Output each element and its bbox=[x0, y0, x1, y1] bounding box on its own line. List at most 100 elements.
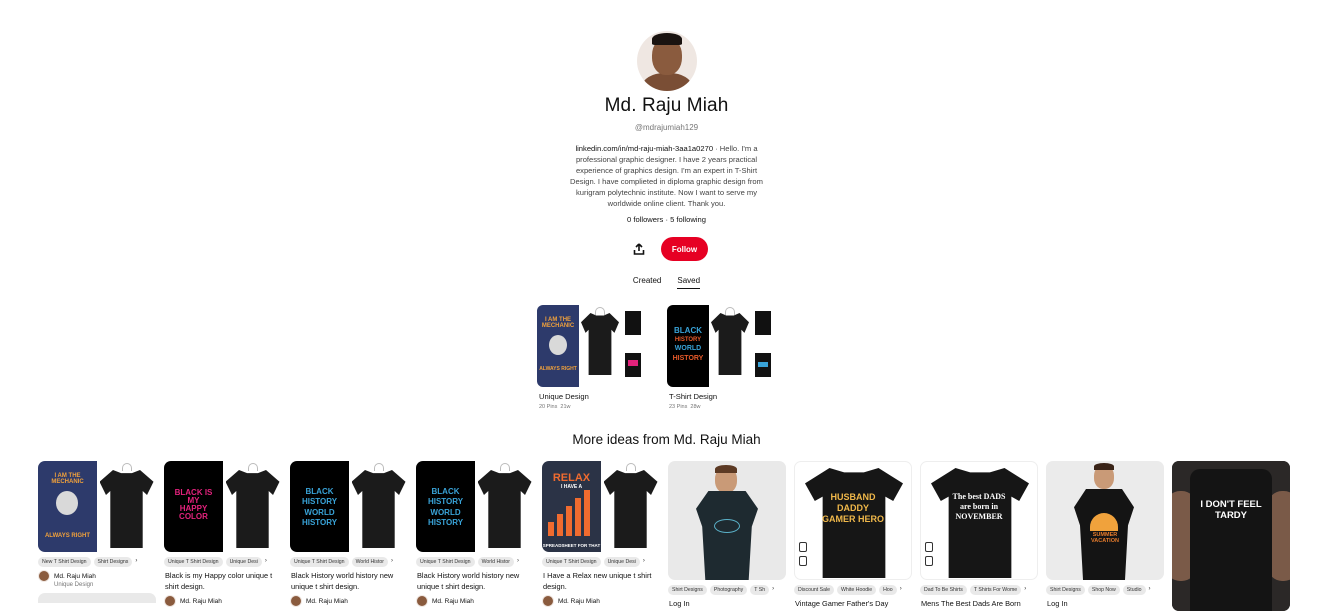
tag-chip[interactable]: Shirt Designs bbox=[93, 557, 133, 567]
profile-tabs: Created Saved bbox=[0, 276, 1333, 289]
pin-image[interactable]: BLACK HISTORY WORLD HISTORY bbox=[290, 461, 408, 552]
pin-author[interactable]: Md. Raju Miah bbox=[542, 595, 660, 607]
board-card[interactable]: I AM THE MECHANIC ALWAYS RIGHT Unique Des… bbox=[537, 305, 663, 410]
board-card[interactable]: BLACK HISTORY WORLD HISTORY T-Shirt Desi… bbox=[667, 305, 793, 410]
chevron-right-icon[interactable]: › bbox=[1149, 585, 1151, 595]
pin-image[interactable]: HUSBAND DADDY GAMER HERO bbox=[794, 461, 912, 580]
tag-chip[interactable]: T Shirts For Wome bbox=[969, 585, 1022, 595]
pin-tags: Unique T Shirt Design World Histor › bbox=[290, 557, 408, 567]
profile-bio: linkedin.com/in/md-raju-miah-3aa1a0270 ·… bbox=[567, 143, 767, 209]
pin-description: Mens The Best Dads Are Born bbox=[921, 599, 1021, 608]
share-icon bbox=[633, 243, 645, 255]
author-avatar bbox=[38, 570, 50, 582]
pin-description: I Have a Relax new unique t shirt design… bbox=[543, 571, 652, 591]
author-avatar bbox=[542, 595, 554, 607]
tag-chip[interactable]: Shirt Designs bbox=[1046, 585, 1085, 595]
pin-author[interactable]: Md. Raju Miah bbox=[290, 595, 408, 607]
tag-chip[interactable]: New T Shirt Design bbox=[38, 557, 91, 567]
profile-actions: Follow bbox=[0, 235, 1333, 263]
chevron-right-icon[interactable]: › bbox=[135, 557, 137, 567]
chevron-right-icon[interactable]: › bbox=[517, 557, 519, 567]
profile-stats: 0 followers · 5 following bbox=[0, 215, 1333, 224]
pin-card[interactable]: BLACK HISTORY WORLD HISTORY Unique T Shi… bbox=[290, 461, 408, 607]
pin-tags: New T Shirt Design Shirt Designs › bbox=[38, 557, 156, 567]
tag-chip[interactable]: Unique Desi bbox=[603, 557, 640, 567]
pin-tags: Unique T Shirt Design Unique Desi › bbox=[164, 557, 282, 567]
pin-description: Black is my Happy color unique t shirt d… bbox=[165, 571, 273, 591]
share-button[interactable] bbox=[625, 235, 653, 263]
pin-image[interactable] bbox=[38, 593, 156, 603]
chevron-right-icon[interactable]: › bbox=[772, 585, 774, 595]
tag-chip[interactable]: T Sh bbox=[750, 585, 770, 595]
profile-name: Md. Raju Miah bbox=[604, 95, 729, 116]
pin-tags: Dad To Be Shirts T Shirts For Wome › bbox=[920, 585, 1038, 595]
pin-author[interactable]: Md. Raju Miah bbox=[164, 595, 282, 607]
chevron-right-icon[interactable]: › bbox=[265, 557, 267, 567]
tag-chip[interactable]: Shirt Designs bbox=[668, 585, 707, 595]
author-avatar bbox=[416, 595, 428, 607]
board-title: Unique Design bbox=[539, 392, 589, 401]
tag-chip[interactable]: Unique T Shirt Design bbox=[542, 557, 601, 567]
board-meta: 23 Pins 28w bbox=[669, 404, 701, 410]
tag-chip[interactable]: Unique T Shirt Design bbox=[290, 557, 349, 567]
board-cover: BLACK HISTORY WORLD HISTORY bbox=[667, 305, 793, 387]
pin-card[interactable]: SUMMER VACATION Shirt Designs Shop Now S… bbox=[1046, 461, 1164, 609]
tag-chip[interactable]: Hoo bbox=[879, 585, 897, 595]
pin-card[interactable]: RELAX I HAVE A SPREADSHEET FOR THAT Uniq… bbox=[542, 461, 660, 607]
follow-button[interactable]: Follow bbox=[660, 237, 709, 261]
tag-chip[interactable]: Dad To Be Shirts bbox=[920, 585, 967, 595]
chevron-right-icon[interactable]: › bbox=[643, 557, 645, 567]
pin-card[interactable]: I AM THE MECHANIC ALWAYS RIGHT New T Shi… bbox=[38, 461, 156, 603]
profile-avatar[interactable] bbox=[636, 31, 697, 91]
board-cover: I AM THE MECHANIC ALWAYS RIGHT bbox=[537, 305, 663, 387]
profile-link[interactable]: linkedin.com/in/md-raju-miah-3aa1a0270 bbox=[575, 144, 713, 153]
tag-chip[interactable]: Studio bbox=[1122, 585, 1146, 595]
pin-image[interactable] bbox=[668, 461, 786, 580]
pin-description: Black History world history new unique t… bbox=[291, 571, 394, 591]
chevron-right-icon[interactable]: › bbox=[1024, 585, 1026, 595]
tag-chip[interactable]: White Hoodie bbox=[837, 585, 877, 595]
more-ideas-heading: More ideas from Md. Raju Miah bbox=[572, 432, 761, 447]
tag-chip[interactable]: Photography bbox=[709, 585, 748, 595]
pin-card[interactable]: I DON'T FEEL TARDY bbox=[1172, 461, 1290, 611]
pin-card[interactable]: Shirt Designs Photography T Sh › Log In bbox=[668, 461, 786, 609]
tab-saved[interactable]: Saved bbox=[677, 276, 701, 289]
pin-card[interactable]: BLACK IS MY HAPPY COLOR Unique T Shirt D… bbox=[164, 461, 282, 607]
tag-chip[interactable]: Unique Desi bbox=[225, 557, 262, 567]
profile-header: Md. Raju Miah @mdrajumiah129 linkedin.co… bbox=[0, 31, 1333, 263]
tag-chip[interactable]: Shop Now bbox=[1087, 585, 1120, 595]
tag-chip[interactable]: World Histor bbox=[351, 557, 389, 567]
pin-image[interactable]: SUMMER VACATION bbox=[1046, 461, 1164, 580]
pin-card[interactable]: BLACK HISTORY WORLD HISTORY Unique T Shi… bbox=[416, 461, 534, 607]
pin-image[interactable]: RELAX I HAVE A SPREADSHEET FOR THAT bbox=[542, 461, 660, 552]
pin-description: Black History world history new unique t… bbox=[417, 571, 520, 591]
board-meta: 20 Pins 21w bbox=[539, 404, 571, 410]
pin-image[interactable]: The best DADS are born in NOVEMBER bbox=[920, 461, 1038, 580]
profile-handle: @mdrajumiah129 bbox=[634, 123, 699, 132]
pin-image[interactable]: I DON'T FEEL TARDY bbox=[1172, 461, 1290, 611]
pin-author[interactable]: Md. Raju Miah bbox=[416, 595, 534, 607]
board-list: I AM THE MECHANIC ALWAYS RIGHT Unique Des… bbox=[537, 305, 793, 410]
pin-tags: Shirt Designs Shop Now Studio › bbox=[1046, 585, 1164, 595]
chevron-right-icon[interactable]: › bbox=[391, 557, 393, 567]
pin-card[interactable]: The best DADS are born in NOVEMBER Dad T… bbox=[920, 461, 1038, 609]
pin-author[interactable]: Md. Raju Miah bbox=[38, 570, 156, 582]
following-count[interactable]: 5 following bbox=[670, 215, 706, 224]
pin-description: Vintage Gamer Father's Day bbox=[795, 599, 889, 608]
pin-card[interactable]: HUSBAND DADDY GAMER HERO Discount Sale W… bbox=[794, 461, 912, 609]
pin-tags: Discount Sale White Hoodie Hoo › bbox=[794, 585, 912, 595]
tag-chip[interactable]: Discount Sale bbox=[794, 585, 835, 595]
tag-chip[interactable]: Unique T Shirt Design bbox=[164, 557, 223, 567]
tab-created[interactable]: Created bbox=[633, 276, 661, 289]
pin-image[interactable]: BLACK IS MY HAPPY COLOR bbox=[164, 461, 282, 552]
pin-tags: Unique T Shirt Design World Histor › bbox=[416, 557, 534, 567]
pin-login-link[interactable]: Log In bbox=[1046, 598, 1164, 609]
pin-login-link[interactable]: Log In bbox=[668, 598, 786, 609]
chevron-right-icon[interactable]: › bbox=[900, 585, 902, 595]
followers-count[interactable]: 0 followers bbox=[627, 215, 663, 224]
pin-image[interactable]: I AM THE MECHANIC ALWAYS RIGHT bbox=[38, 461, 156, 552]
pin-image[interactable]: BLACK HISTORY WORLD HISTORY bbox=[416, 461, 534, 552]
author-board: Unique Design bbox=[54, 582, 94, 588]
tag-chip[interactable]: Unique T Shirt Design bbox=[416, 557, 475, 567]
tag-chip[interactable]: World Histor bbox=[477, 557, 515, 567]
